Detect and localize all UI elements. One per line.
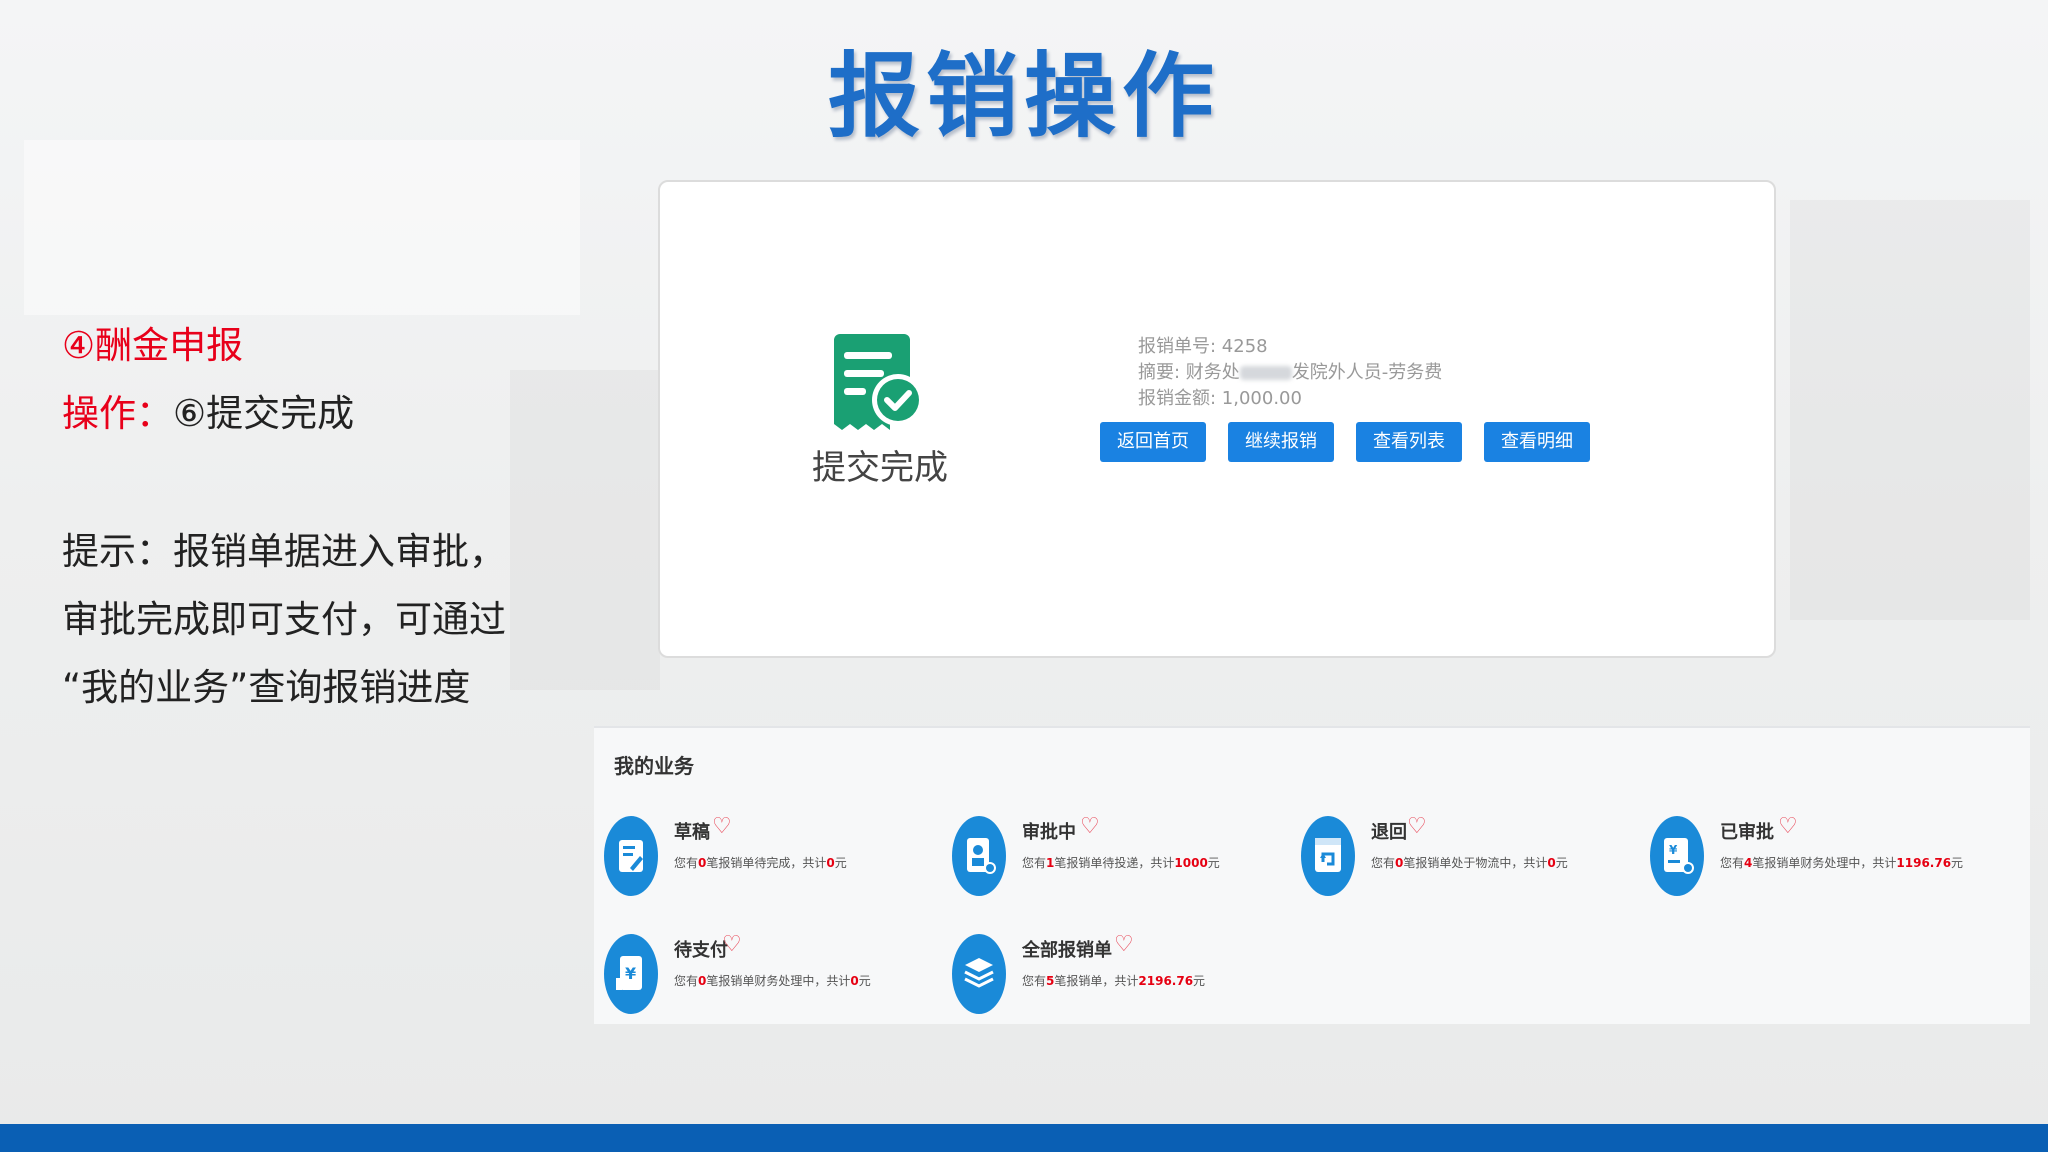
operation-line: 操作：⑥提交完成	[62, 380, 354, 448]
biz-name: 退回	[1371, 822, 1407, 843]
blurred-text	[1239, 366, 1292, 380]
step-label: ④酬金申报	[62, 324, 244, 367]
heart-icon[interactable]: ♡	[712, 814, 732, 839]
biz-name: 已审批	[1720, 822, 1774, 843]
heart-icon[interactable]: ♡	[1778, 814, 1798, 839]
biz-desc: 您有5笔报销单，共计2196.76元	[1022, 974, 1206, 988]
biz-name: 草稿	[674, 822, 710, 843]
tip-line-2: 审批完成即可支付，可通过	[62, 598, 506, 641]
operation-prefix: 操作：	[62, 392, 173, 435]
heart-icon[interactable]: ♡	[722, 932, 742, 957]
biz-name: 待支付	[674, 940, 728, 961]
tip-line-3: “我的业务”查询报销进度	[62, 666, 471, 709]
biz-item-draft[interactable]: 草稿 ♡ 您有0笔报销单待完成，共计0元	[596, 808, 936, 896]
heart-icon[interactable]: ♡	[1407, 814, 1427, 839]
svg-text:¥: ¥	[625, 964, 636, 983]
my-business-panel: 我的业务 草稿 ♡ 您有0笔报销单待完成，共计0元 审批中 ♡ 您有1笔报销单待…	[594, 726, 2030, 1024]
panel-title: 我的业务	[614, 754, 694, 778]
pending-payment-icon: ¥	[604, 934, 658, 1014]
svg-text:¥: ¥	[1669, 843, 1678, 857]
heart-icon[interactable]: ♡	[1080, 814, 1100, 839]
returned-icon	[1301, 816, 1355, 896]
approved-icon: ¥	[1650, 816, 1704, 896]
status-text: 提交完成	[812, 448, 948, 488]
biz-desc: 您有0笔报销单待完成，共计0元	[674, 856, 847, 870]
heart-icon[interactable]: ♡	[1114, 932, 1134, 957]
biz-item-returned[interactable]: 退回 ♡ 您有0笔报销单处于物流中，共计0元	[1293, 808, 1633, 896]
operation-value: ⑥提交完成	[173, 392, 355, 435]
approving-icon	[952, 816, 1006, 896]
slide-title: 报销操作	[827, 43, 1220, 150]
amount-line: 报销金额: 1,000.00	[1138, 388, 1302, 409]
background-shape	[510, 370, 660, 690]
summary-prefix: 摘要: 财务处	[1138, 362, 1240, 383]
biz-name: 审批中	[1022, 822, 1076, 843]
biz-desc: 您有1笔报销单待投递，共计1000元	[1022, 856, 1220, 870]
biz-desc: 您有0笔报销单财务处理中，共计0元	[674, 974, 871, 988]
submit-result-card: 提交完成 报销单号: 4258 摘要: 财务处 发院外人员-劳务费 报销金额: 1…	[658, 180, 1776, 658]
success-document-check-icon	[824, 330, 928, 434]
summary-suffix: 发院外人员-劳务费	[1291, 362, 1443, 383]
biz-name: 全部报销单	[1022, 940, 1112, 961]
footer-bar	[0, 1124, 2048, 1152]
biz-desc: 您有4笔报销单财务处理中，共计1196.76元	[1720, 856, 1964, 870]
draft-icon	[604, 816, 658, 896]
biz-item-all-orders[interactable]: 全部报销单 ♡ 您有5笔报销单，共计2196.76元	[944, 926, 1284, 1014]
view-detail-button[interactable]: 查看明细	[1484, 422, 1590, 462]
tip-line-1: 提示：报销单据进入审批，	[62, 530, 506, 573]
order-number: 报销单号: 4258	[1138, 336, 1268, 357]
biz-item-approved[interactable]: ¥ 已审批 ♡ 您有4笔报销单财务处理中，共计1196.76元	[1642, 808, 1982, 896]
all-orders-icon	[952, 934, 1006, 1014]
biz-item-approving[interactable]: 审批中 ♡ 您有1笔报销单待投递，共计1000元	[944, 808, 1284, 896]
continue-reimburse-button[interactable]: 继续报销	[1228, 422, 1334, 462]
biz-item-pending-payment[interactable]: ¥ 待支付 ♡ 您有0笔报销单财务处理中，共计0元	[596, 926, 936, 1014]
biz-desc: 您有0笔报销单处于物流中，共计0元	[1371, 856, 1568, 870]
background-shape	[1790, 200, 2030, 620]
view-list-button[interactable]: 查看列表	[1356, 422, 1462, 462]
background-panel	[24, 140, 580, 315]
summary-line: 摘要: 财务处 发院外人员-劳务费	[1138, 358, 1442, 384]
back-home-button[interactable]: 返回首页	[1100, 422, 1206, 462]
